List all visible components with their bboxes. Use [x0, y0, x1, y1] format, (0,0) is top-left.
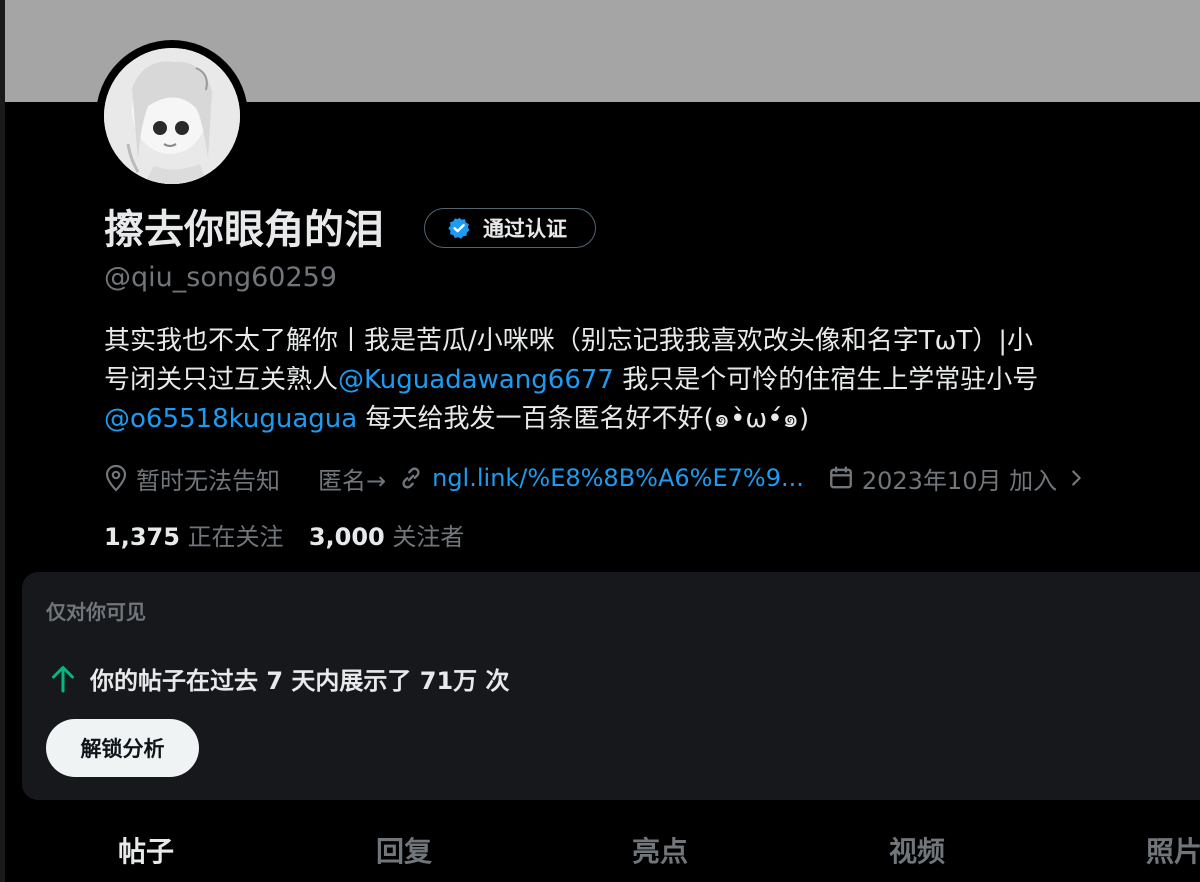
- bio-line-3: @o65518kuguagua 每天给我发一百条匿名好不好(๑•̀ω•́๑): [104, 400, 1200, 439]
- unlock-analytics-button[interactable]: 解锁分析: [46, 719, 199, 777]
- join-date-text: 2023年10月 加入: [861, 466, 1058, 495]
- user-handle: @qiu_song60259: [104, 262, 337, 293]
- bio-text: 我只是个可怜的住宿生上学常驻小号: [613, 365, 1039, 395]
- link-icon: [402, 467, 420, 489]
- avatar[interactable]: [104, 48, 240, 184]
- verified-badge-button[interactable]: 通过认证: [424, 208, 596, 248]
- private-card-title: 仅对你可见: [46, 600, 146, 624]
- profile-page: 擦去你眼角的泪 通过认证 @qiu_song60259 其实我也不太了解你丨我是…: [0, 0, 1200, 882]
- mention-link-o65518kuguagua[interactable]: @o65518kuguagua: [104, 404, 357, 434]
- bio-line-2: 号闭关只过互关熟人@Kuguadawang6677 我只是个可怜的住宿生上学常驻…: [104, 361, 1200, 400]
- website-link[interactable]: ngl.link/%E8%8B%A6%E7%9...: [398, 464, 804, 492]
- follow-stats: 1,375 正在关注 3,000 关注者: [104, 520, 464, 554]
- followers-link[interactable]: 3,000 关注者: [309, 523, 465, 551]
- display-name: 擦去你眼角的泪: [104, 207, 384, 253]
- join-date-meta[interactable]: 2023年10月 加入: [828, 461, 1087, 496]
- chevron-right-icon: [1072, 470, 1081, 486]
- bio-text: 每天给我发一百条匿名好不好(๑•̀ω•́๑): [357, 404, 810, 434]
- calendar-icon: [829, 466, 852, 489]
- website-link-text[interactable]: ngl.link/%E8%8B%A6%E7%9...: [432, 464, 804, 492]
- following-link[interactable]: 1,375 正在关注: [104, 523, 284, 551]
- location-text: 暂时无法告知: [136, 466, 280, 495]
- followers-label: 关注者: [392, 523, 465, 551]
- location-meta: 暂时无法告知: [104, 461, 280, 496]
- avatar-image: [104, 48, 240, 184]
- followers-count: 3,000: [308, 523, 385, 551]
- bio-line-1: 其实我也不太了解你丨我是苦瓜/小咪咪（别忘记我我喜欢改头像和名字TωT）|小: [104, 326, 1034, 356]
- tab-highlights[interactable]: 亮点: [632, 830, 688, 870]
- following-count: 1,375: [104, 523, 180, 551]
- profile-meta: 暂时无法告知 匿名→ ngl.link/%E8%8B%A6%E7%9... 20…: [104, 458, 1087, 498]
- left-edge-divider: [0, 0, 5, 882]
- following-label: 正在关注: [187, 523, 284, 551]
- tab-photos[interactable]: 照片: [1146, 830, 1200, 870]
- anon-text: 匿名→: [318, 466, 387, 495]
- impressions-text: 你的帖子在过去 7 天内展示了 71万 次: [90, 667, 510, 695]
- arrow-up-icon: [52, 665, 74, 692]
- impressions-stat: 你的帖子在过去 7 天内展示了 71万 次: [50, 661, 510, 696]
- verified-badge-icon: [448, 217, 470, 239]
- tab-replies[interactable]: 回复: [376, 830, 432, 870]
- verified-label: 通过认证: [483, 217, 567, 241]
- tab-videos[interactable]: 视频: [889, 830, 945, 870]
- bio-text: 号闭关只过互关熟人: [104, 365, 339, 395]
- mention-link-kuguadawang[interactable]: @Kuguadawang6677: [338, 365, 614, 395]
- tab-posts[interactable]: 帖子: [118, 830, 174, 870]
- location-pin-icon: [105, 464, 127, 492]
- profile-bio: 其实我也不太了解你丨我是苦瓜/小咪咪（别忘记我我喜欢改头像和名字TωT）|小 号…: [104, 322, 1200, 439]
- profile-tabs: 帖子 回复 亮点 视频 照片: [0, 820, 1200, 882]
